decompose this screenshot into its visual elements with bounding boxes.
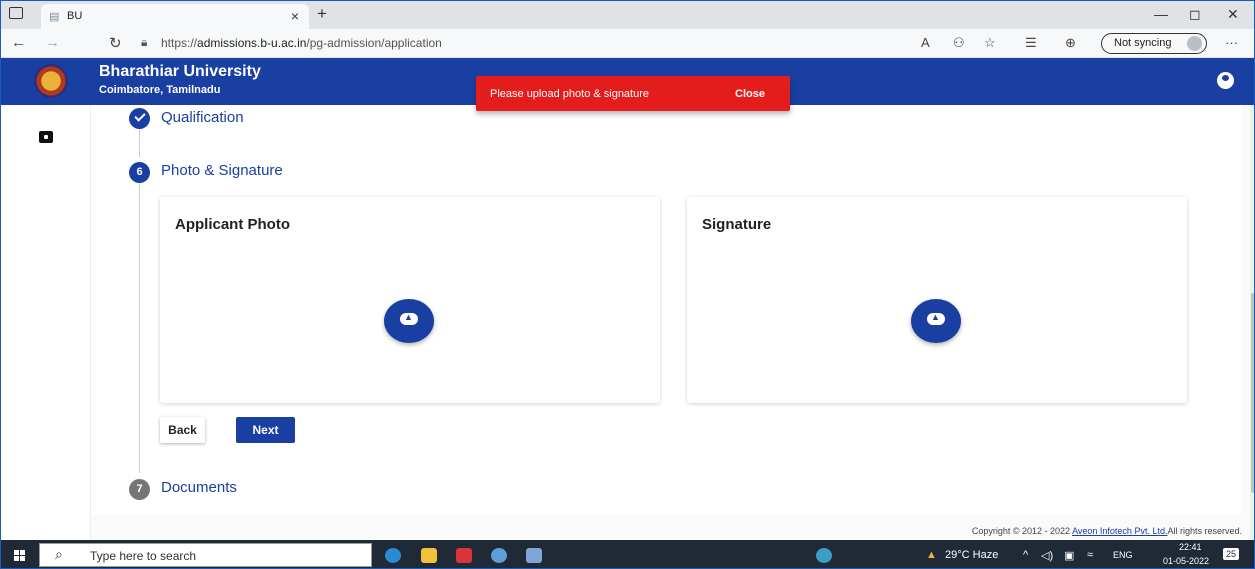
favorites-list-icon[interactable]: ☰ xyxy=(1025,35,1037,51)
close-window-icon[interactable]: ✕ xyxy=(1227,6,1239,23)
university-location: Coimbatore, Tamilnadu xyxy=(99,84,221,96)
toast-close-button[interactable]: Close xyxy=(735,88,765,100)
url-field[interactable]: https://admissions.b-u.ac.in/pg-admissio… xyxy=(161,36,442,50)
clock-time[interactable]: 22:41 xyxy=(1179,542,1202,552)
weather-icon: ▲ xyxy=(926,549,937,561)
upload-photo-button[interactable] xyxy=(384,299,434,343)
archive-icon[interactable] xyxy=(39,131,53,143)
step-connector xyxy=(139,127,140,157)
signature-title: Signature xyxy=(702,216,772,233)
side-rail xyxy=(1,105,91,540)
new-tab-icon[interactable]: + xyxy=(317,4,327,24)
step-number-7: 7 xyxy=(129,479,150,500)
copyright-prefix: Copyright © 2012 - 2022 xyxy=(971,526,1073,536)
university-logo xyxy=(34,64,68,98)
extension-icon[interactable]: ⚇ xyxy=(953,35,965,51)
copyright-suffix: All rights reserved. xyxy=(1167,526,1242,536)
language-label[interactable]: ENG xyxy=(1113,550,1133,560)
paint-icon[interactable] xyxy=(491,548,507,563)
help-icon[interactable] xyxy=(816,548,832,563)
profile-sync-button[interactable]: Not syncing xyxy=(1101,33,1207,54)
company-link[interactable]: Aveon Infotech Pvt. Ltd. xyxy=(1072,526,1167,536)
volume-icon[interactable]: ◁) xyxy=(1041,549,1053,562)
tab-actions-icon[interactable] xyxy=(9,7,23,19)
step-qualification[interactable]: Qualification xyxy=(161,109,244,126)
applicant-photo-title: Applicant Photo xyxy=(175,216,290,233)
search-icon: ⌕ xyxy=(55,546,63,562)
minimize-icon[interactable]: — xyxy=(1154,6,1168,22)
display-icon[interactable]: ▣ xyxy=(1064,549,1074,562)
tray-chevron-icon[interactable]: ^ xyxy=(1023,549,1028,561)
sync-label: Not syncing xyxy=(1114,37,1172,49)
step-complete-check-icon xyxy=(129,108,150,129)
upload-signature-button[interactable] xyxy=(911,299,961,343)
step-number-6: 6 xyxy=(129,162,150,183)
notification-count[interactable]: 25 xyxy=(1223,548,1240,560)
step-photo-signature[interactable]: Photo & Signature xyxy=(161,162,283,179)
university-name: Bharathiar University xyxy=(99,63,261,80)
toast-message: Please upload photo & signature xyxy=(490,88,650,100)
weather-text[interactable]: 29°C Haze xyxy=(945,549,998,561)
forward-arrow-icon[interactable]: → xyxy=(45,34,60,51)
search-placeholder: Type here to search xyxy=(90,549,197,563)
wifi-icon[interactable]: ≈ xyxy=(1087,549,1093,561)
file-explorer-icon[interactable] xyxy=(421,548,437,563)
browser-tabstrip: ▤ BU × + — ◻ ✕ xyxy=(1,1,1254,29)
step-connector xyxy=(139,183,140,473)
next-button[interactable]: Next xyxy=(236,417,295,443)
network-app-icon[interactable] xyxy=(526,548,542,563)
page-favicon-icon: ▤ xyxy=(49,11,60,23)
applicant-photo-card: Applicant Photo xyxy=(160,197,660,403)
back-arrow-icon[interactable]: ← xyxy=(11,34,26,51)
signature-card: Signature xyxy=(687,197,1187,403)
tab-title: BU xyxy=(67,10,83,22)
close-tab-icon[interactable]: × xyxy=(291,8,299,24)
page-scrollbar[interactable] xyxy=(1250,105,1254,540)
address-bar: ← → ↻ 🔒︎ https://admissions.b-u.ac.in/pg… xyxy=(1,29,1254,58)
url-host: admissions.b-u.ac.in xyxy=(197,36,307,50)
more-icon[interactable]: ··· xyxy=(1225,35,1238,50)
error-toast: Please upload photo & signature Close xyxy=(476,76,790,111)
edge-browser-icon[interactable] xyxy=(385,548,401,563)
read-aloud-icon[interactable]: A xyxy=(921,35,930,50)
browser-tab[interactable]: ▤ BU × xyxy=(41,4,309,29)
url-prefix: https:// xyxy=(161,36,198,50)
screen: ▤ BU × + — ◻ ✕ ← → ↻ 🔒︎ https://admissio… xyxy=(0,0,1255,569)
restore-icon[interactable]: ◻ xyxy=(1189,6,1201,23)
taskbar-search-box[interactable]: ⌕ Type here to search xyxy=(39,543,372,567)
windows-start-icon[interactable] xyxy=(14,550,25,561)
clock-date[interactable]: 01-05-2022 xyxy=(1163,556,1209,566)
refresh-icon[interactable]: ↻ xyxy=(109,34,122,52)
anydesk-icon[interactable] xyxy=(456,548,472,563)
main-area: Qualification 6 Photo & Signature Applic… xyxy=(91,105,1254,540)
scrollbar-thumb[interactable] xyxy=(1251,293,1254,493)
copyright-footer: Copyright © 2012 - 2022 Aveon Infotech P… xyxy=(972,526,1242,536)
account-icon[interactable] xyxy=(1217,72,1234,89)
url-path: /pg-admission/application xyxy=(306,36,442,50)
windows-taskbar: ⌕ Type here to search ▲ 29°C Haze ^ ◁) ▣… xyxy=(1,540,1254,568)
step-documents[interactable]: Documents xyxy=(161,479,237,496)
collections-icon[interactable]: ⊕ xyxy=(1065,35,1076,51)
back-button[interactable]: Back xyxy=(160,417,205,443)
lock-icon[interactable]: 🔒︎ xyxy=(141,35,147,50)
stepper-content: Qualification 6 Photo & Signature Applic… xyxy=(91,105,1241,515)
profile-avatar-icon xyxy=(1187,36,1202,51)
favorite-star-icon[interactable]: ☆ xyxy=(984,35,996,51)
